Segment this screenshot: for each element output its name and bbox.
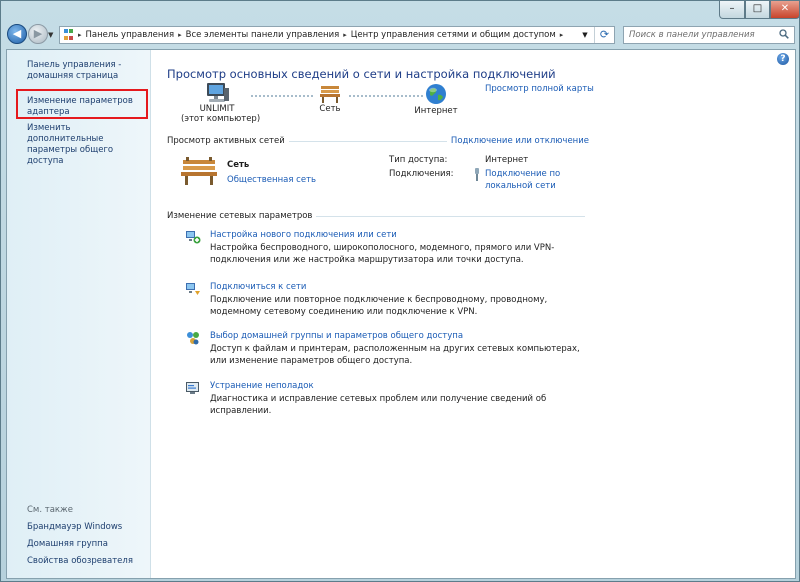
recent-pages-dropdown[interactable]: ▼ (48, 31, 53, 39)
maximize-button[interactable]: □ (745, 1, 770, 19)
connection-line (251, 95, 313, 97)
task-desc: Настройка беспроводного, широкополосного… (210, 243, 555, 265)
new-connection-icon (186, 231, 201, 244)
network-adapter-icon (475, 168, 479, 181)
explorer-window: – □ ✕ ◀ ▶ ▼ ▸ Панель управления ▸ Все эл… (0, 0, 800, 582)
node-network-name: Сеть (319, 104, 341, 114)
search-box[interactable] (623, 26, 795, 44)
breadcrumb-all-items[interactable]: Все элементы панели управления (182, 30, 344, 40)
access-type-label: Тип доступа: (389, 155, 448, 165)
view-full-map-link[interactable]: Просмотр полной карты (485, 84, 594, 94)
close-button[interactable]: ✕ (770, 1, 800, 19)
breadcrumb-separator-icon[interactable]: ▸ (560, 31, 564, 39)
content-area: Панель управления - домашняя страница Из… (6, 49, 796, 579)
task-connect-to-network[interactable]: Подключиться к сети (210, 282, 306, 292)
node-computer-sub: (этот компьютер) (181, 114, 261, 124)
task-desc: Диагностика и исправление сетевых пробле… (210, 394, 547, 416)
connection-link-line1[interactable]: Подключение по (485, 169, 560, 179)
active-networks-heading: Просмотр активных сетей (167, 136, 289, 146)
arrow-right-icon: ▶ (33, 27, 43, 40)
homegroup-icon (187, 332, 199, 345)
task-setup-new-connection[interactable]: Настройка нового подключения или сети (210, 230, 397, 240)
task-desc: Подключение или повторное подключение к … (210, 295, 548, 317)
globe-icon (426, 84, 446, 104)
change-settings-heading: Изменение сетевых параметров (167, 211, 317, 221)
see-also-heading: См. также (27, 505, 73, 515)
troubleshoot-icon (186, 382, 199, 394)
task-desc: Доступ к файлам и принтерам, расположенн… (210, 344, 580, 366)
connect-network-icon (186, 283, 200, 295)
network-type-link[interactable]: Общественная сеть (227, 175, 316, 185)
see-also-link-firewall[interactable]: Брандмауэр Windows (27, 522, 145, 533)
see-also-link-internet-options[interactable]: Свойства обозревателя (27, 556, 145, 567)
breadcrumb-control-panel[interactable]: Панель управления (82, 30, 179, 40)
bench-icon (320, 86, 340, 103)
page-title: Просмотр основных сведений о сети и наст… (167, 67, 556, 81)
breadcrumb-network-center[interactable]: Центр управления сетями и общим доступом (347, 30, 560, 40)
main-panel: ? Просмотр основных сведений о сети и на… (151, 50, 795, 578)
sidebar-link-change-adapter-settings[interactable]: Изменение параметров адаптера (27, 96, 139, 118)
address-dropdown-icon[interactable]: ▼ (578, 27, 592, 43)
access-type-value: Интернет (485, 155, 529, 165)
title-bar: – □ ✕ (1, 1, 800, 21)
search-input[interactable] (624, 27, 774, 43)
navigation-bar: ◀ ▶ ▼ ▸ Панель управления ▸ Все элементы… (1, 21, 800, 49)
node-network[interactable]: Сеть (313, 82, 347, 114)
see-also-link-homegroup[interactable]: Домашняя группа (27, 539, 145, 550)
help-icon[interactable]: ? (777, 53, 789, 65)
back-button[interactable]: ◀ (7, 24, 27, 44)
sidebar: Панель управления - домашняя страница Из… (7, 50, 151, 578)
node-computer-name: UNLIMIT (199, 104, 235, 114)
refresh-icon[interactable]: ⟳ (594, 27, 614, 43)
sidebar-link-advanced-sharing-settings[interactable]: Изменить дополнительные параметры общего… (27, 123, 145, 167)
connect-disconnect-link[interactable]: Подключение или отключение (446, 136, 589, 146)
search-icon[interactable] (779, 29, 789, 39)
node-this-computer[interactable]: UNLIMIT (этот компьютер) (181, 82, 261, 124)
address-bar[interactable]: ▸ Панель управления ▸ Все элементы панел… (59, 26, 615, 44)
arrow-left-icon: ◀ (12, 27, 22, 40)
bench-icon (181, 157, 217, 185)
node-internet-name: Интернет (414, 106, 458, 116)
sidebar-link-control-panel-home[interactable]: Панель управления - домашняя страница (27, 60, 145, 82)
control-panel-icon (62, 28, 78, 42)
connections-label: Подключения: (389, 169, 454, 179)
connection-link-line2[interactable]: локальной сети (485, 181, 556, 191)
computer-icon (207, 83, 229, 102)
task-troubleshoot[interactable]: Устранение неполадок (210, 381, 314, 391)
minimize-button[interactable]: – (719, 1, 745, 19)
forward-button[interactable]: ▶ (28, 24, 48, 44)
task-homegroup-sharing[interactable]: Выбор домашней группы и параметров общег… (210, 331, 463, 341)
node-internet[interactable]: Интернет (409, 82, 463, 116)
active-network-name: Сеть (227, 160, 250, 170)
